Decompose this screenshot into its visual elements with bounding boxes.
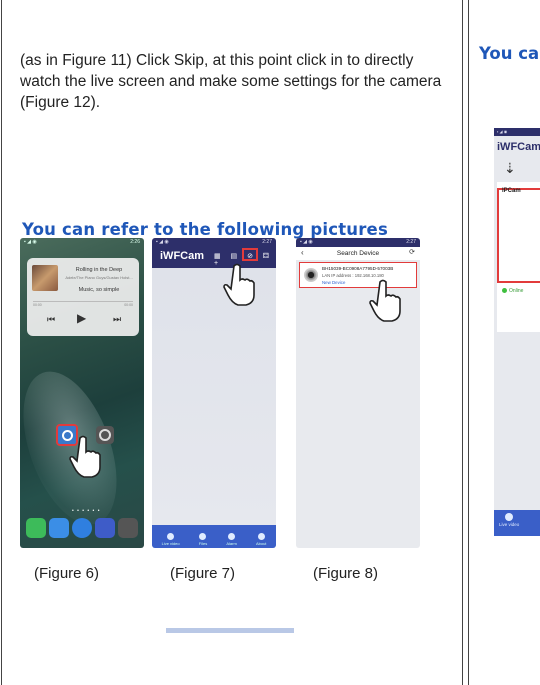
figure-7-screenshot: ▪ ◢ ◉ 2:27 iWFCam ▦ ▤ ⊘ ⚃ + Live video F… bbox=[152, 238, 276, 548]
tap-hand-icon bbox=[369, 279, 401, 322]
app-title: iWFCam bbox=[160, 250, 204, 262]
status-time: 2:26 bbox=[130, 239, 140, 245]
messages-app-icon bbox=[49, 518, 69, 538]
song-lyric: Music, so simple bbox=[78, 287, 120, 293]
browser-app-icon bbox=[72, 518, 92, 538]
song-artist: Adele/The Piano Guys/Gustav Holst... bbox=[65, 275, 133, 280]
tab-bar: Live video bbox=[494, 510, 540, 536]
caption-figure-8: (Figure 8) bbox=[313, 565, 379, 582]
status-bar: ▪ ◢ ◉ bbox=[494, 128, 540, 136]
figure-right-screenshot: ▪ ◢ ◉ iWFCam ⇣ IPCam Online Live video bbox=[494, 128, 540, 536]
decorative-bar bbox=[166, 628, 294, 633]
app-header: ▪ ◢ ◉ 2:27 ‹ Search Device ⟳ bbox=[296, 238, 420, 260]
time-end: 00:00 bbox=[124, 303, 133, 307]
webcam-icon bbox=[304, 268, 318, 282]
device-status: Online bbox=[502, 288, 523, 294]
tab-live-video: Live video bbox=[162, 533, 180, 546]
section-heading: You can refer to the following pictures bbox=[22, 220, 388, 239]
status-bar: ▪ ◢ ◉ 2:27 bbox=[296, 238, 420, 247]
device-highlight-box bbox=[497, 188, 540, 283]
status-icons: ▪ ◢ ◉ bbox=[156, 239, 169, 245]
figure-8-screenshot: ▪ ◢ ◉ 2:27 ‹ Search Device ⟳ BH15039-BC0… bbox=[296, 238, 420, 548]
status-icons: ▪ ◢ ◉ bbox=[300, 239, 313, 245]
app-title: iWFCam bbox=[497, 141, 540, 153]
progress-bar bbox=[33, 301, 133, 302]
tab-files: Files bbox=[199, 533, 207, 546]
song-title: Rolling in the Deep bbox=[75, 267, 123, 273]
status-time: 2:27 bbox=[262, 239, 272, 245]
next-icon: ⏭ bbox=[113, 314, 122, 324]
dock bbox=[26, 518, 138, 540]
section-heading-right: You ca bbox=[479, 44, 540, 63]
search-highlight-box bbox=[242, 248, 258, 261]
status-icons: ▪ ◢ ◉ bbox=[24, 239, 37, 245]
figure-6-screenshot: ▪ ◢ ◉ 2:26 Rolling in the Deep Adele/The… bbox=[20, 238, 144, 548]
page-indicator: • • • • • • bbox=[72, 508, 101, 514]
tap-hand-icon bbox=[69, 435, 101, 478]
music-widget: Rolling in the Deep Adele/The Piano Guys… bbox=[27, 258, 139, 336]
camera-dock-icon bbox=[118, 518, 138, 538]
page: (as in Figure 11) Click Skip, at this po… bbox=[0, 0, 540, 685]
instruction-paragraph: (as in Figure 11) Click Skip, at this po… bbox=[20, 52, 442, 111]
status-time: 2:27 bbox=[406, 239, 416, 245]
online-dot-icon bbox=[502, 288, 507, 294]
previous-icon: ⏮ bbox=[47, 314, 56, 324]
tap-hand-icon bbox=[223, 263, 255, 306]
download-arrow-icon: ⇣ bbox=[504, 160, 516, 176]
device-list-empty bbox=[152, 268, 276, 530]
time-start: 00:00 bbox=[33, 303, 42, 307]
tab-alarm: Alarm bbox=[226, 533, 237, 546]
phone-app-icon bbox=[26, 518, 46, 538]
tab-bar: Live video Files Alarm About bbox=[152, 525, 276, 548]
status-bar: ▪ ◢ ◉ 2:26 bbox=[20, 238, 144, 247]
caption-figure-6: (Figure 6) bbox=[34, 565, 100, 582]
caption-figure-7: (Figure 7) bbox=[170, 565, 236, 582]
status-bar: ▪ ◢ ◉ 2:27 bbox=[152, 238, 276, 247]
device-card-label: IPCam bbox=[502, 188, 521, 194]
screen-title: Search Device bbox=[336, 250, 380, 257]
album-art bbox=[32, 265, 58, 291]
new-device-label: New Device bbox=[322, 280, 346, 285]
tab-live-video: Live video bbox=[499, 513, 519, 527]
tab-about: About bbox=[256, 533, 266, 546]
gallery-app-icon bbox=[95, 518, 115, 538]
refresh-icon: ⟳ bbox=[409, 249, 415, 256]
play-icon: ▶ bbox=[77, 311, 87, 325]
device-id: BH15039-BC0908A7795D-57003B bbox=[322, 266, 394, 271]
